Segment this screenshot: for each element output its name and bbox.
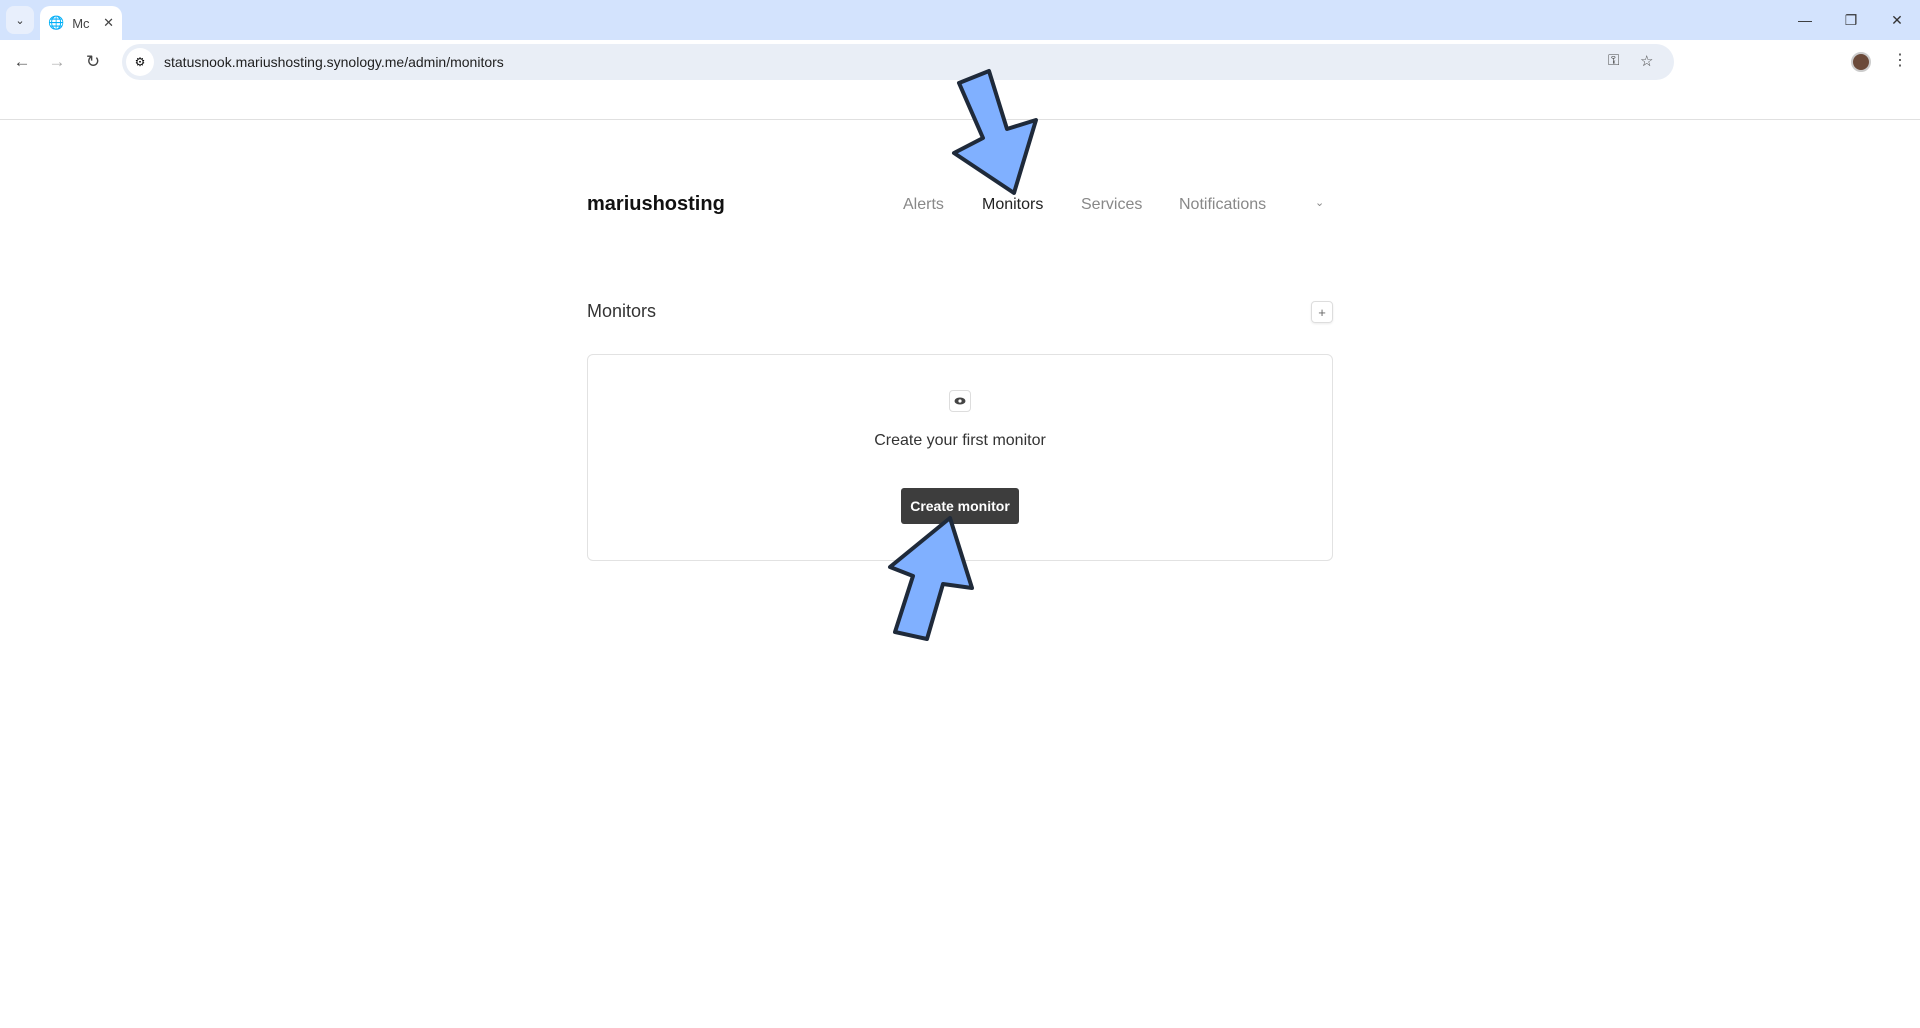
url-text[interactable]: statusnook.mariushosting.synology.me/adm… xyxy=(164,54,504,70)
nav-services[interactable]: Services xyxy=(1081,196,1142,214)
brand-logo[interactable]: mariushosting xyxy=(587,193,725,216)
nav-monitors[interactable]: Monitors xyxy=(982,196,1043,214)
add-monitor-button[interactable]: + xyxy=(1311,301,1333,323)
globe-icon: 🌐 xyxy=(48,15,65,30)
browser-tab[interactable]: 🌐 Mc ✕ xyxy=(40,6,122,40)
tab-search-chevron-icon[interactable]: ⌄ xyxy=(6,6,34,34)
create-monitor-button[interactable]: Create monitor xyxy=(901,488,1019,524)
tab-title: Mc xyxy=(72,15,90,31)
site-settings-icon[interactable]: ⚙ xyxy=(126,48,154,76)
bookmark-star-icon[interactable]: ☆ xyxy=(1640,52,1653,70)
eye-icon xyxy=(949,390,971,412)
page-title: Monitors xyxy=(587,301,657,321)
close-tab-icon[interactable]: ✕ xyxy=(103,15,114,31)
tab-bar: ⌄ 🌐 Mc ✕ — ❐ ✕ xyxy=(0,0,1920,40)
minimize-icon[interactable]: — xyxy=(1782,0,1828,40)
forward-icon[interactable]: → xyxy=(45,50,69,74)
account-chevron-down-icon[interactable]: ⌄ xyxy=(1315,196,1324,209)
empty-state-card xyxy=(587,354,1333,561)
nav-notifications[interactable]: Notifications xyxy=(1179,196,1266,214)
password-key-icon[interactable]: ⚿ xyxy=(1608,52,1619,69)
profile-avatar[interactable] xyxy=(1851,52,1871,72)
empty-state-text: Create your first monitor xyxy=(874,432,1046,449)
nav-alerts[interactable]: Alerts xyxy=(903,196,944,214)
address-bar[interactable]: ⚙ statusnook.mariushosting.synology.me/a… xyxy=(122,44,1674,80)
back-icon[interactable]: ← xyxy=(10,50,34,74)
close-window-icon[interactable]: ✕ xyxy=(1874,0,1920,40)
reload-icon[interactable]: ↻ xyxy=(81,50,105,74)
browser-menu-icon[interactable]: ⋮ xyxy=(1892,50,1908,70)
restore-icon[interactable]: ❐ xyxy=(1828,0,1874,40)
browser-toolbar: ← → ↻ ⚙ statusnook.mariushosting.synolog… xyxy=(0,40,1920,120)
